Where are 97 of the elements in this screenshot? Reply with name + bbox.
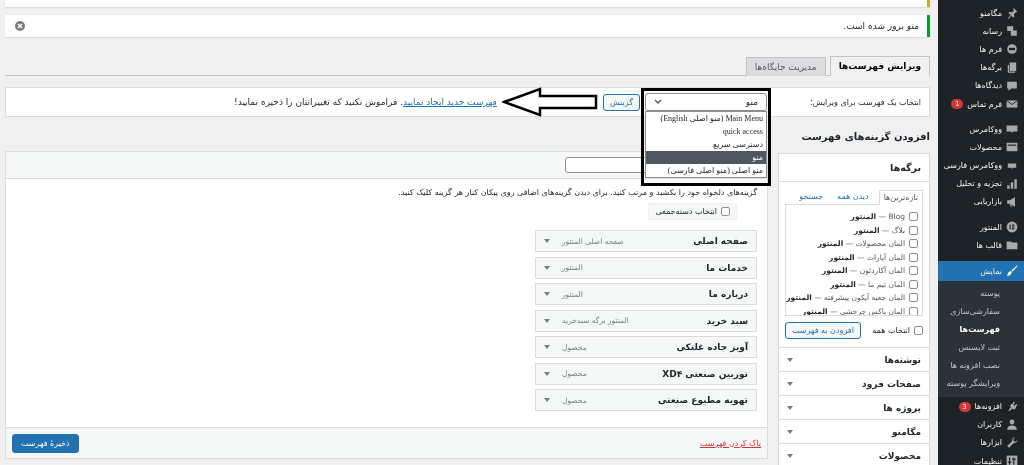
select-label: انتخاب یک فهرست برای ویرایش:	[810, 97, 921, 107]
menu-select[interactable]: منو	[645, 93, 767, 111]
megaphone-icon	[1006, 195, 1018, 208]
menu-item-title: آویز جاده غلتکی	[676, 342, 748, 352]
add-to-menu-button[interactable]: افزودن به فهرست	[785, 322, 861, 339]
menu-item-title: تهویه مطبوع صنعتی	[657, 395, 748, 405]
sidebar-item[interactable]: برگه‌ها	[938, 58, 1024, 77]
tray-icon	[1006, 141, 1018, 154]
folder-icon	[1006, 239, 1018, 252]
menu-item-title: درباره ما	[708, 289, 748, 299]
sidebar-item[interactable]: المنتور	[938, 218, 1024, 237]
caret-icon	[787, 381, 793, 386]
caret-icon	[787, 405, 793, 410]
dropdown-option[interactable]: منو اصلی (منو اصلی فارسی)	[646, 164, 766, 177]
checkbox[interactable]	[914, 326, 923, 335]
checkbox[interactable]	[909, 212, 918, 222]
sidebar-item[interactable]: دیدگاه‌ها	[938, 76, 1024, 95]
menu-item-title: صفحه اصلی	[693, 236, 748, 246]
accordion-header[interactable]: مگامنو	[779, 420, 929, 444]
caret-icon	[787, 357, 793, 362]
media-icon	[1006, 25, 1018, 38]
sidebar-item[interactable]: ووکامرس	[938, 120, 1024, 139]
caret-icon	[544, 398, 550, 402]
accordion-header[interactable]: نوشته‌ها	[779, 348, 929, 372]
tab[interactable]: تازه‌ترین‌ها	[878, 190, 923, 205]
circle-logo-icon	[1006, 221, 1018, 234]
instructions-text: گزینه‌های دلخواه خود را بکشید و مرتب کنید. برای دیدن گزینه‌های اضافی روی پیکان کنار هر گزینه کلیک کنید.	[397, 188, 757, 197]
checkbox[interactable]	[909, 306, 918, 315]
checkbox[interactable]	[909, 225, 918, 235]
caret-icon	[544, 318, 550, 323]
bulk-select-label: انتخاب دسته‌جمعی	[655, 207, 717, 216]
dropdown-option[interactable]: منو	[646, 151, 766, 164]
save-menu-button[interactable]: ذخیرهٔ فهرست	[12, 433, 79, 453]
accordion-header[interactable]: محصولات	[779, 444, 929, 465]
sidebar-item[interactable]: تجزیه و تحلیل	[938, 174, 1024, 193]
checkbox[interactable]	[721, 207, 730, 216]
accordion-header[interactable]: پروژه ها	[779, 396, 929, 420]
dropdown-option[interactable]: Main Menu (منو اصلی English)	[646, 112, 766, 125]
section-heading: افزودن گزینه‌های فهرست	[800, 131, 930, 145]
caret-icon	[544, 371, 550, 376]
caret-icon	[544, 239, 550, 243]
select-all-label: انتخاب همه	[872, 326, 910, 335]
menu-item-title: توربین صنعتی XD۴	[662, 368, 748, 379]
caret-icon	[544, 292, 550, 296]
sidebar-item[interactable]: مگامنو	[938, 4, 1024, 23]
dropdown-option[interactable]: دسترسی سریع	[646, 138, 766, 151]
submenu-item[interactable]: پوسته	[938, 285, 1024, 304]
sidebar-item[interactable]: ابزارها	[938, 433, 1024, 452]
sidebar-item[interactable]: قالب ها	[938, 236, 1024, 255]
comment-icon	[1006, 79, 1018, 92]
submenu-item[interactable]: نصب افزونه ها	[938, 357, 1024, 376]
checkbox[interactable]	[909, 239, 918, 249]
sidebar-item[interactable]: فرم ها	[938, 40, 1024, 59]
dismiss-icon	[15, 21, 25, 31]
tab[interactable]: جستجو	[795, 190, 828, 204]
caret-icon	[787, 453, 793, 458]
checkbox[interactable]	[909, 252, 918, 262]
menu-item-title: سبد خرید	[706, 315, 748, 326]
select-button[interactable]: گزینش	[602, 93, 640, 111]
checkbox[interactable]	[909, 293, 918, 303]
sidebar-item[interactable]: رسانه	[938, 22, 1024, 41]
submenu-item[interactable]: فهرست‌ها	[938, 321, 1024, 340]
menu-item-title: خدمات ما	[706, 262, 748, 273]
checkbox[interactable]	[909, 266, 918, 276]
envelope-icon	[1006, 98, 1018, 111]
sidebar-item[interactable]: ووکامرس فارسی	[938, 156, 1024, 175]
accordion-header[interactable]: صفحات فرود	[779, 372, 929, 396]
notice-text: منو بروز شده است.	[843, 21, 919, 31]
checkbox[interactable]	[909, 279, 918, 289]
submenu-item[interactable]: سفارشی‌سازی	[938, 303, 1024, 322]
user-icon	[1006, 418, 1018, 431]
sidebar-item[interactable]: محصولات	[938, 138, 1024, 157]
submenu-item[interactable]: ویرایشگر پوسته	[938, 375, 1024, 394]
tab[interactable]: ویرایش فهرست‌ها	[829, 56, 930, 76]
pin-icon	[1006, 7, 1018, 20]
sidebar-item[interactable]: بازاریابی	[938, 192, 1024, 212]
caret-icon	[544, 265, 550, 270]
sidebar-item[interactable]: نمایش	[938, 261, 1024, 282]
sidebar-item[interactable]: تنظیمات	[938, 452, 1024, 465]
wrench-icon	[1006, 436, 1018, 449]
plug-icon	[1006, 400, 1018, 413]
tab[interactable]: دیدن همه	[833, 190, 873, 204]
help-text: فهرست جدید ایجاد نمایید. فراموش نکنید که تغییراتتان را ذخیره نمایید!	[234, 97, 497, 107]
bar-chart-icon	[1006, 177, 1018, 190]
sidebar-item[interactable]: کاربران	[938, 415, 1024, 434]
pages-icon	[1006, 61, 1018, 74]
caret-icon	[787, 429, 793, 434]
brush-icon	[1006, 265, 1018, 278]
create-menu-link[interactable]: فهرست جدید ایجاد نمایید	[403, 97, 497, 107]
submenu-item[interactable]: ثبت لایسنس	[938, 339, 1024, 358]
chevron-down-icon	[654, 99, 662, 105]
bulk-select-box[interactable]: انتخاب دسته‌جمعی	[648, 203, 737, 220]
caret-icon	[544, 345, 550, 349]
form-icon	[1006, 43, 1018, 56]
tab[interactable]: مدیریت جایگاه‌ها	[745, 57, 826, 76]
delete-menu-link[interactable]: پاک کردن فهرست	[699, 438, 761, 448]
dropdown-option[interactable]: quick access	[646, 125, 766, 138]
